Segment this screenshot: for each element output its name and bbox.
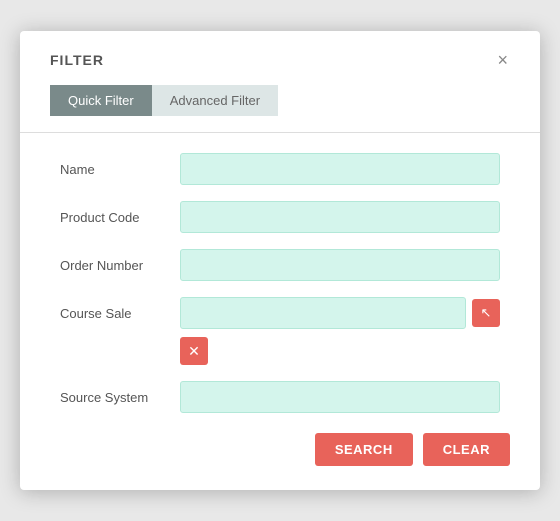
course-sale-row: Course Sale ↖ [60, 297, 500, 329]
divider [20, 132, 540, 133]
search-button[interactable]: SEARCH [315, 433, 413, 466]
modal-title: FILTER [50, 52, 104, 68]
order-number-row: Order Number [60, 249, 500, 281]
product-code-label: Product Code [60, 210, 170, 225]
order-number-input[interactable] [180, 249, 500, 281]
order-number-label: Order Number [60, 258, 170, 273]
product-code-row: Product Code [60, 201, 500, 233]
course-sale-input-wrap: ↖ [180, 297, 500, 329]
source-system-label: Source System [60, 390, 170, 405]
footer-buttons: SEARCH CLEAR [50, 433, 510, 466]
product-code-input[interactable] [180, 201, 500, 233]
name-input[interactable] [180, 153, 500, 185]
remove-icon: ✕ [188, 343, 200, 360]
remove-course-sale-button[interactable]: ✕ [180, 337, 208, 365]
modal-header: FILTER × [50, 51, 510, 69]
source-system-input[interactable] [180, 381, 500, 413]
source-system-row: Source System [60, 381, 500, 413]
tab-quick-filter[interactable]: Quick Filter [50, 85, 152, 116]
tab-advanced-filter[interactable]: Advanced Filter [152, 85, 278, 116]
course-sale-arrow-button[interactable]: ↖ [472, 299, 500, 327]
filter-modal: FILTER × Quick Filter Advanced Filter Na… [20, 31, 540, 490]
course-sale-input[interactable] [180, 297, 466, 329]
form-area: Name Product Code Order Number Course Sa… [50, 153, 510, 413]
tab-bar: Quick Filter Advanced Filter [50, 85, 510, 116]
close-button[interactable]: × [495, 51, 510, 69]
course-sale-label: Course Sale [60, 306, 170, 321]
clear-button[interactable]: CLEAR [423, 433, 510, 466]
arrow-icon: ↖ [481, 305, 492, 321]
name-label: Name [60, 162, 170, 177]
remove-btn-row: ✕ [180, 337, 500, 365]
name-row: Name [60, 153, 500, 185]
